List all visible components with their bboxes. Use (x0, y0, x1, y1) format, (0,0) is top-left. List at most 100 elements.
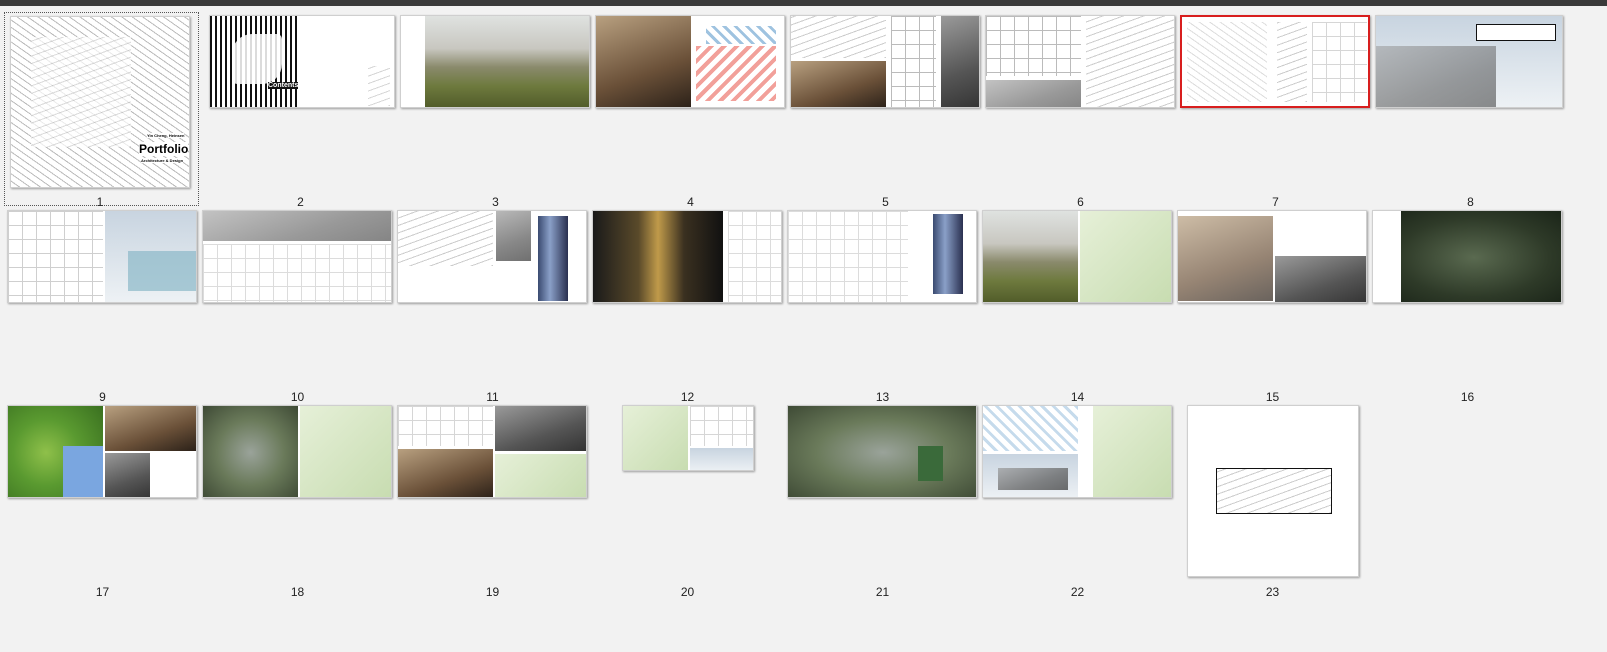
page-preview: Contents (209, 15, 395, 108)
page-thumbnail-2[interactable]: Contents 2 (203, 6, 398, 209)
page-thumbnail-7[interactable]: 7 (1178, 6, 1373, 209)
aerial-photo (105, 453, 150, 497)
contents-list (368, 66, 390, 106)
page-thumbnail-5[interactable]: 5 (788, 6, 983, 209)
elevation-drawings (728, 211, 781, 302)
page-number-label: 18 (290, 585, 305, 599)
contents-heading: Contents (268, 82, 299, 89)
pool-water (128, 251, 196, 291)
page-thumbnail-17[interactable]: 17 (5, 401, 200, 599)
portfolio-subtitle: Architecture & Design (141, 158, 184, 163)
diagram-column (1277, 22, 1307, 102)
page-thumbnail-10[interactable]: 10 (200, 206, 395, 404)
tower-render (933, 214, 963, 294)
perspective-render (690, 448, 753, 470)
page-thumbnail-22[interactable]: 22 (980, 401, 1175, 599)
page-thumbnail-13[interactable]: 13 (785, 206, 980, 404)
section-building (1376, 46, 1496, 107)
exploded-axonometric (1178, 216, 1273, 301)
page-preview (1177, 210, 1367, 303)
page-thumbnail-20[interactable]: 20 (590, 401, 785, 599)
page-preview (982, 210, 1172, 303)
page-number-label: 21 (875, 585, 890, 599)
section-drawing (791, 16, 886, 58)
page-thumbnail-6[interactable]: 6 (983, 6, 1178, 209)
page-preview-selected (1180, 15, 1370, 108)
page-number-label: 20 (680, 585, 695, 599)
page-thumbnail-16[interactable]: 16 (1370, 206, 1565, 404)
page-thumbnail-8[interactable]: 8 (1373, 6, 1568, 209)
page-number-label: 16 (1460, 390, 1475, 404)
floor-plans (788, 211, 908, 302)
page-preview (397, 405, 587, 498)
site-plan (495, 454, 586, 497)
axonometric-sketch (1187, 22, 1267, 102)
campus-aerial-render (788, 406, 976, 497)
page-number-label: 17 (95, 585, 110, 599)
page-preview (592, 210, 782, 303)
master-plan (300, 406, 391, 497)
sports-field (918, 446, 943, 481)
interior-render (105, 406, 196, 451)
page-thumbnail-23[interactable]: 23 (1175, 401, 1370, 599)
interior-photo (496, 211, 531, 261)
site-plan (623, 406, 688, 470)
site-plan-overlay (31, 37, 131, 147)
site-render (1275, 256, 1366, 302)
page-thumbnail-4[interactable]: 4 (593, 6, 788, 209)
lake (63, 446, 103, 497)
courtyard-aerial-render (1401, 211, 1561, 302)
courtyard-render (495, 406, 586, 451)
page-thumbnail-11[interactable]: 11 (395, 206, 590, 404)
interior-photo (596, 16, 691, 107)
floor-plans (891, 16, 936, 107)
contents-shape (232, 34, 282, 84)
page-number-label: 19 (485, 585, 500, 599)
page-preview (7, 405, 197, 498)
page-thumbnail-15[interactable]: 15 (1175, 206, 1370, 404)
building-sections (8, 211, 103, 302)
page-thumbnail-18[interactable]: 18 (200, 401, 395, 599)
axonometric-diagram-red (696, 46, 776, 101)
page-thumbnail-14[interactable]: 14 (980, 206, 1175, 404)
village-aerial-render (203, 406, 298, 497)
night-render (593, 211, 723, 302)
floor-plan (1093, 406, 1171, 497)
page-preview (202, 210, 392, 303)
tower-render (538, 216, 568, 301)
page-thumbnail-1[interactable]: Portfolio Architecture & Design Yin Chen… (0, 6, 200, 209)
page-thumbnail-grid: Portfolio Architecture & Design Yin Chen… (0, 6, 1607, 652)
diagrams (690, 406, 753, 446)
model-photo (791, 61, 886, 107)
page-preview (595, 15, 785, 108)
elevation-strip (1216, 468, 1332, 514)
page-preview (7, 210, 197, 303)
page-preview (982, 405, 1172, 498)
page-preview (400, 15, 590, 108)
site-photos (986, 80, 1081, 107)
page-number-label: 22 (1070, 585, 1085, 599)
page-preview (202, 405, 392, 498)
page-preview (787, 405, 977, 498)
page-preview (985, 15, 1175, 108)
landscape-rendering (983, 211, 1078, 302)
page-number-label: 23 (1265, 585, 1280, 599)
page-preview (790, 15, 980, 108)
detail-drawings (1312, 22, 1367, 102)
landscape-rendering (425, 16, 589, 107)
detail-photos (941, 16, 979, 107)
portfolio-author: Yin Cheng, Heinsen (147, 133, 185, 138)
page-thumbnail-9[interactable]: 9 (5, 206, 200, 404)
page-thumbnail-3[interactable]: 3 (398, 6, 593, 209)
street-buildings (998, 468, 1068, 490)
caption-box (1476, 24, 1556, 41)
page-thumbnail-21[interactable]: 21 (785, 401, 980, 599)
page-preview: Portfolio Architecture & Design Yin Chen… (10, 16, 190, 188)
page-preview (1372, 210, 1562, 303)
page-thumbnail-12[interactable]: 12 (590, 206, 785, 404)
plan-drawings (203, 244, 391, 302)
page-thumbnail-19[interactable]: 19 (395, 401, 590, 599)
site-diagrams (986, 16, 1081, 76)
interior-hall-render (398, 449, 493, 497)
model-photos (203, 211, 391, 241)
